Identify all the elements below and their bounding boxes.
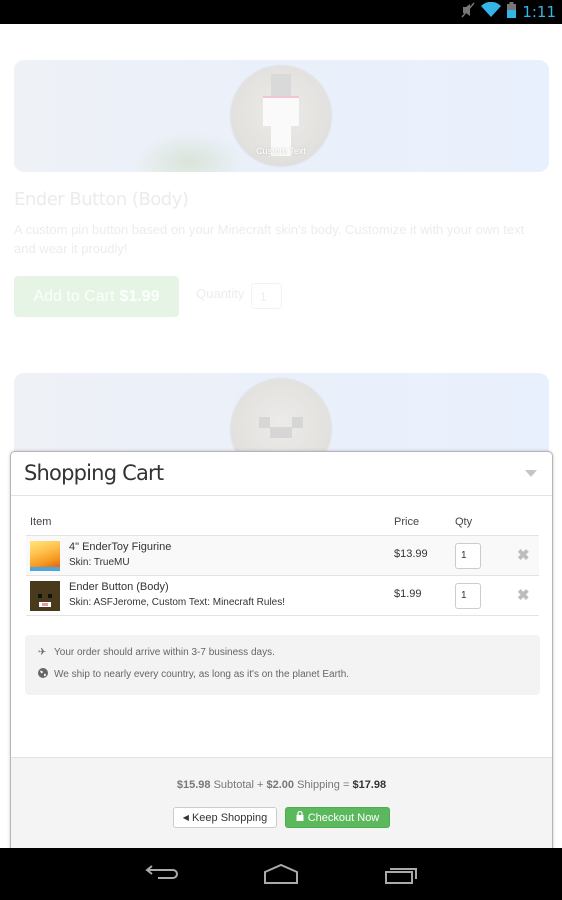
total-value: $17.98 bbox=[352, 779, 387, 791]
item-name: Ender Button (Body) bbox=[69, 581, 169, 593]
item-price: $13.99 bbox=[394, 548, 428, 560]
add-to-cart-button[interactable]: Add to Cart $1.99 bbox=[14, 276, 179, 317]
navigation-bar bbox=[0, 848, 562, 900]
column-qty: Qty bbox=[455, 516, 473, 528]
item-price: $1.99 bbox=[394, 588, 422, 600]
lock-icon bbox=[296, 810, 304, 824]
column-item: Item bbox=[30, 516, 52, 528]
item-detail: Skin: ASFJerome, Custom Text: Minecraft … bbox=[69, 597, 286, 608]
remove-item-icon[interactable]: ✖ bbox=[517, 586, 530, 604]
wifi-icon bbox=[481, 1, 502, 22]
home-button[interactable] bbox=[261, 862, 301, 886]
recent-apps-icon bbox=[385, 868, 417, 884]
item-qty-input[interactable]: 1 bbox=[455, 543, 481, 569]
shopping-cart-panel: Shopping Cart Item Price Qty 4" EnderToy… bbox=[10, 451, 553, 852]
caret-left-icon: ◀ bbox=[182, 813, 189, 822]
cart-title: Shopping Cart bbox=[24, 461, 164, 485]
table-row: Ender Button (Body) Skin: ASFJerome, Cus… bbox=[26, 576, 539, 616]
order-totals: $15.98 Subtotal + $2.00 Shipping = $17.9… bbox=[176, 779, 387, 791]
battery-icon bbox=[507, 1, 517, 23]
shipping-info-box: ✈ Your order should arrive within 3-7 bu… bbox=[25, 635, 540, 695]
quantity-input[interactable]: 1 bbox=[251, 283, 282, 309]
add-to-cart-label: Add to Cart bbox=[33, 287, 115, 305]
remove-item-icon[interactable]: ✖ bbox=[517, 546, 530, 564]
product-title: Ender Button (Body) bbox=[14, 189, 189, 210]
table-row: 4" EnderToy Figurine Skin: TrueMU $13.99… bbox=[26, 536, 539, 576]
chevron-down-icon[interactable] bbox=[525, 470, 537, 477]
shipping-value: $2.00 bbox=[266, 779, 295, 791]
pin-button-preview: Custom Text bbox=[231, 66, 331, 166]
add-to-cart-price: $1.99 bbox=[119, 287, 160, 305]
delivery-info: ✈ Your order should arrive within 3-7 bu… bbox=[38, 647, 275, 658]
cart-table: Item Price Qty 4" EnderToy Figurine Skin… bbox=[26, 510, 539, 616]
product-description: A custom pin button based on your Minecr… bbox=[14, 222, 525, 256]
table-header: Item Price Qty bbox=[26, 510, 539, 536]
mute-icon bbox=[461, 2, 475, 23]
product-image: Custom Text bbox=[14, 60, 549, 172]
plane-icon: ✈ bbox=[38, 647, 47, 658]
item-thumbnail bbox=[30, 581, 60, 611]
recent-apps-button[interactable] bbox=[380, 862, 420, 886]
pin-custom-text: Custom Text bbox=[256, 146, 306, 156]
checkout-now-button[interactable]: Checkout Now bbox=[285, 807, 390, 828]
column-price: Price bbox=[394, 516, 420, 528]
globe-icon bbox=[38, 668, 48, 681]
item-detail: Skin: TrueMU bbox=[69, 557, 130, 568]
item-qty-input[interactable]: 1 bbox=[455, 583, 481, 609]
quantity-label: Quantity bbox=[196, 286, 245, 301]
subtotal-value: $15.98 bbox=[176, 779, 211, 791]
cart-header[interactable]: Shopping Cart bbox=[11, 452, 552, 496]
item-thumbnail bbox=[30, 541, 60, 571]
home-icon bbox=[264, 863, 298, 884]
status-bar: 1:11 bbox=[0, 0, 562, 24]
cart-footer: $15.98 Subtotal + $2.00 Shipping = $17.9… bbox=[11, 757, 552, 852]
back-icon bbox=[145, 865, 178, 879]
keep-shopping-button[interactable]: ◀ Keep Shopping bbox=[173, 807, 277, 828]
shipping-countries-info: We ship to nearly every country, as long… bbox=[38, 668, 349, 681]
clock: 1:11 bbox=[522, 3, 556, 21]
back-button[interactable] bbox=[142, 862, 182, 886]
item-name: 4" EnderToy Figurine bbox=[69, 541, 172, 553]
